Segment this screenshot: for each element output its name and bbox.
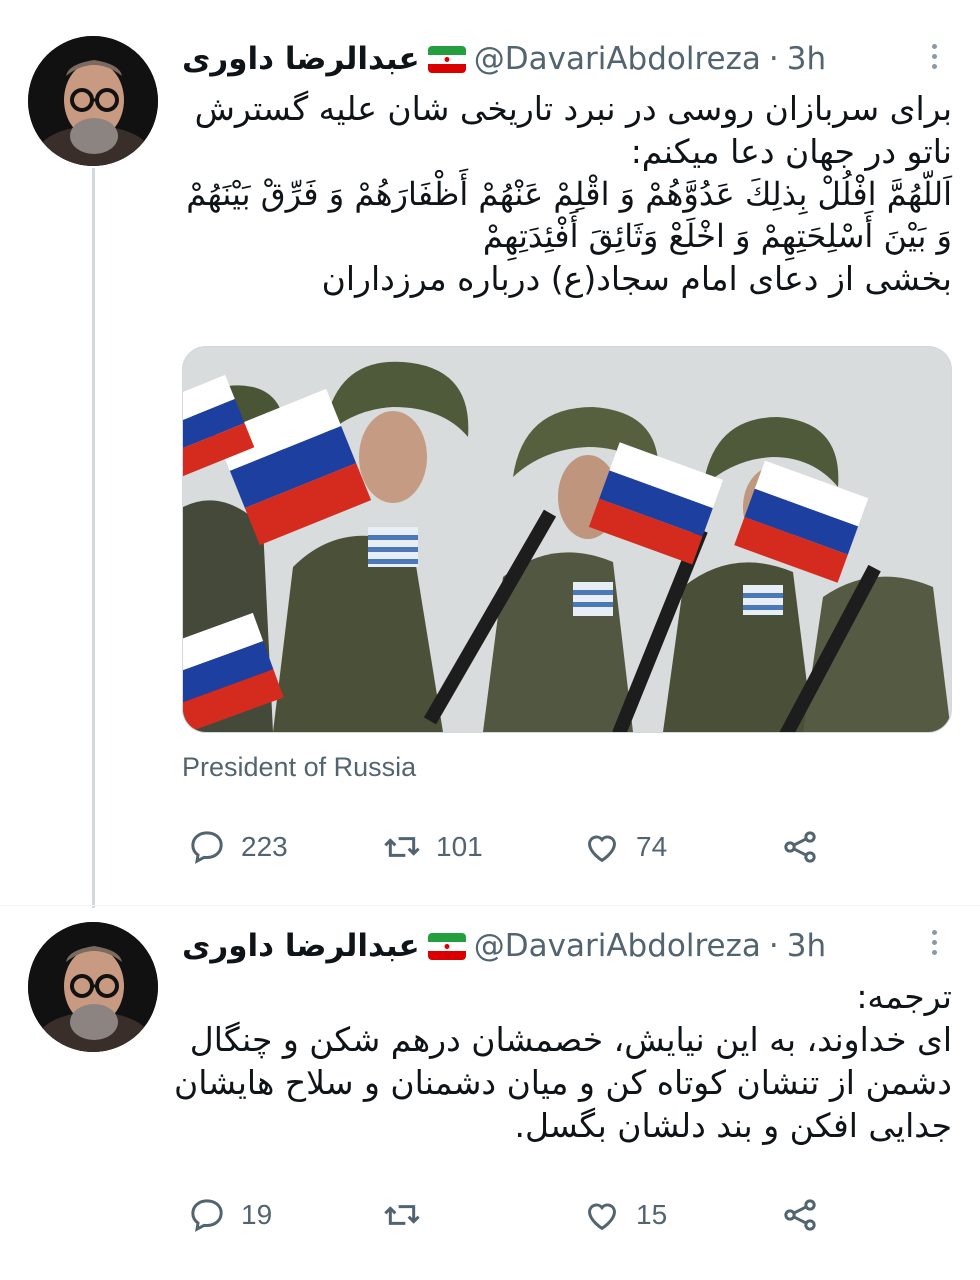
- tweet-text-line: دشمن از تنشان کوتاه کن و میان دشمنان و س…: [173, 1063, 952, 1102]
- reply-icon: [191, 1199, 223, 1232]
- share-icon: [784, 1199, 816, 1231]
- display-name[interactable]: عبدالرضا داوری: [182, 928, 420, 964]
- retweet-icon: [384, 837, 420, 857]
- share-icon: [784, 831, 816, 863]
- separator-dot: ·: [768, 41, 779, 77]
- avatar[interactable]: [28, 36, 158, 166]
- reply-button[interactable]: 19: [187, 1195, 272, 1235]
- tweet-text: برای سربازان روسی در نبرد تاریخی شان علی…: [182, 87, 952, 300]
- tweet-text-line: جدایی افکن و بند دلشان بگسل.: [514, 1106, 952, 1145]
- retweet-button[interactable]: [382, 1195, 436, 1235]
- tweet-header: عبدالرضا داوری @DavariAbdolreza · 3h: [182, 924, 900, 968]
- retweet-button[interactable]: 101: [382, 827, 483, 867]
- separator-dot: ·: [768, 928, 779, 964]
- like-icon: [587, 1203, 617, 1231]
- retweet-count: 101: [436, 831, 483, 862]
- tweet-text-line: ترجمه:: [856, 977, 952, 1016]
- tweet-divider: [0, 905, 980, 906]
- tweet-text: ترجمه: ای خداوند، به این نیایش، خصمشان د…: [173, 975, 952, 1147]
- like-icon: [587, 835, 617, 863]
- like-button[interactable]: 74: [582, 827, 667, 867]
- reply-count: 223: [241, 831, 288, 862]
- like-count: 15: [636, 1199, 668, 1230]
- like-count: 74: [636, 831, 668, 862]
- share-button[interactable]: [780, 1195, 820, 1235]
- iran-flag-icon: [427, 932, 466, 960]
- user-handle[interactable]: @DavariAbdolreza: [474, 41, 761, 77]
- iran-flag-icon: [427, 45, 466, 73]
- tweet-actions: 223 101 74: [182, 822, 832, 872]
- user-handle[interactable]: @DavariAbdolreza: [474, 928, 761, 964]
- tweet-text-line: اَللّهُمَّ افْلُلْ بِذلِكَ عَدُوَّهُمْ و…: [186, 175, 952, 213]
- like-button[interactable]: 15: [582, 1195, 667, 1235]
- tweet-text-line: ای خداوند، به این نیایش، خصمشان درهم شکن…: [189, 1020, 952, 1059]
- reply-icon: [191, 831, 223, 864]
- timestamp[interactable]: 3h: [787, 41, 826, 77]
- share-button[interactable]: [780, 827, 820, 867]
- tweet-text-line: وَ بَيْنَ أَسْلِحَتِهِمْ وَ اخْلَعْ وَثَ…: [482, 217, 952, 255]
- display-name[interactable]: عبدالرضا داوری: [182, 41, 420, 77]
- retweet-icon: [384, 1205, 420, 1225]
- tweet-text-line: ناتو در جهان دعا میکنم:: [630, 132, 952, 171]
- tweet-text-line: برای سربازان روسی در نبرد تاریخی شان علی…: [194, 89, 952, 128]
- timestamp[interactable]: 3h: [787, 928, 826, 964]
- tweet-media-image[interactable]: [182, 346, 952, 733]
- avatar[interactable]: [28, 922, 158, 1052]
- more-icon[interactable]: [924, 36, 944, 76]
- reply-button[interactable]: 223: [187, 827, 288, 867]
- tweet-header: عبدالرضا داوری @DavariAbdolreza · 3h: [182, 37, 900, 81]
- tweet-actions: 19 15: [182, 1190, 832, 1240]
- thread-connector-line: [92, 168, 95, 908]
- reply-count: 19: [241, 1199, 273, 1230]
- more-icon[interactable]: [924, 922, 944, 962]
- media-source-caption[interactable]: President of Russia: [182, 752, 416, 783]
- tweet-text-line: بخشی از دعای امام سجاد(ع) درباره مرزدارا…: [321, 259, 952, 298]
